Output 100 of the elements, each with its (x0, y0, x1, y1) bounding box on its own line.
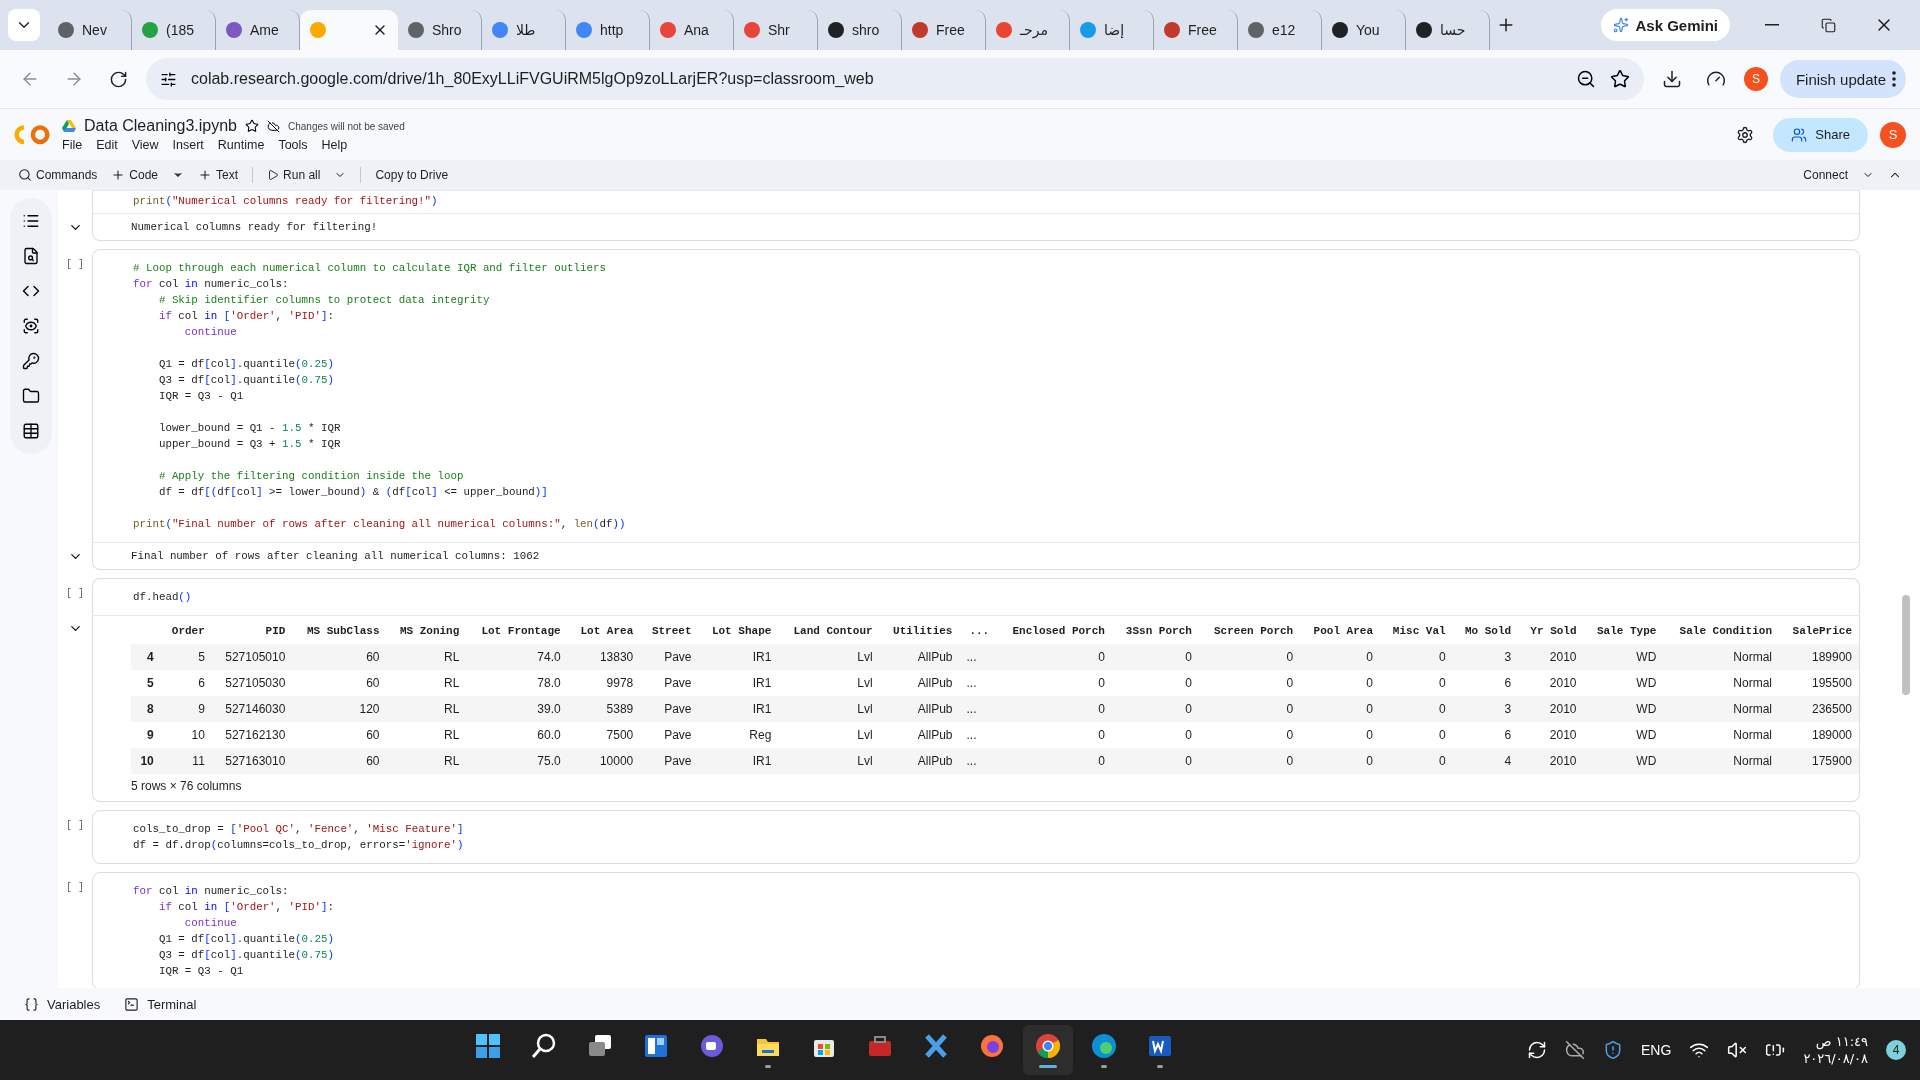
code-line: for col in numeric_cols: (133, 277, 290, 292)
column-header: Misc Val (1380, 618, 1453, 644)
finish-update-button[interactable]: Finish update (1779, 60, 1906, 98)
people-icon (1791, 126, 1808, 143)
column-header: Lot Frontage (466, 618, 568, 644)
output-text: Numerical columns ready for filtering! (131, 220, 379, 235)
menu-item[interactable]: Edit (96, 138, 118, 152)
find-icon (22, 247, 40, 265)
run-cell-button[interactable]: [ ] (66, 259, 84, 270)
table-cell: Normal (1663, 722, 1780, 748)
commands-button[interactable]: Commands (18, 163, 98, 187)
table-cell: 2010 (1518, 670, 1584, 696)
table-cell: 2010 (1518, 748, 1584, 774)
table-cell: 195500 (1779, 670, 1859, 696)
table-cell: Pave (640, 748, 699, 774)
table-cell: 0 (1198, 696, 1301, 722)
url-text: colab.research.google.com/drive/1h_80ExyLLiFVGUiRM5lgOp9zoLLarjER?usp=classroom_web (191, 70, 875, 88)
settings-icon (1736, 125, 1755, 144)
notification-badge[interactable]: 4 (1886, 1040, 1906, 1060)
column-header: Sale Type (1583, 618, 1664, 644)
output-text: Final number of rows after cleaning all numerical columns: 1062 (131, 549, 541, 564)
gauge-icon (1705, 69, 1726, 89)
minimize-icon (1765, 24, 1779, 26)
run-cell-button[interactable]: [ ] (66, 820, 84, 831)
column-header: Lot Shape (698, 618, 779, 644)
code-line: # Skip identifier columns to protect data integrity (157, 293, 491, 308)
table-cell: 527163010 (211, 748, 293, 774)
braces-icon (24, 996, 39, 1012)
table-cell: RL (386, 644, 467, 670)
table-cell: 5 (160, 644, 212, 670)
scrollbar-thumb[interactable] (1902, 595, 1910, 695)
folder-icon (22, 387, 40, 405)
table-cell: 3 (1452, 644, 1519, 670)
table-cell: 10 (160, 722, 212, 748)
add-text-button[interactable]: Text (198, 163, 239, 187)
variables-button[interactable]: Variables (24, 996, 101, 1012)
table-cell: Reg (698, 722, 779, 748)
taskbar-app-button[interactable] (1022, 1025, 1073, 1075)
menu-item[interactable]: File (62, 138, 83, 152)
code-line: Q1 = df[col].quantile(0.25) (157, 357, 335, 372)
search-icon (18, 168, 32, 182)
play-icon (267, 169, 280, 181)
ask-gemini-button[interactable]: Ask Gemini (1601, 9, 1730, 41)
table-cell: Lvl (778, 696, 880, 722)
column-header: Mo Sold (1452, 618, 1519, 644)
table-cell: 10000 (567, 748, 641, 774)
menu-item[interactable]: Insert (172, 138, 204, 152)
menu-item[interactable]: Runtime (217, 138, 265, 152)
table-cell: Normal (1663, 748, 1780, 774)
table-cell: 0 (1380, 696, 1453, 722)
table-cell: 5389 (567, 696, 641, 722)
notebook-title[interactable]: Data Cleaning3.ipynb (84, 117, 237, 135)
menu-item[interactable]: Tools (278, 138, 308, 152)
table-cell: 175900 (1779, 748, 1859, 774)
code-line: df.head() (133, 590, 193, 605)
column-header: Order (160, 618, 212, 644)
language-indicator[interactable]: ENG (1641, 1042, 1672, 1058)
table-cell: 4 (1452, 748, 1519, 774)
column-header: Enclosed Porch (996, 618, 1112, 644)
add-code-button[interactable]: Code (111, 163, 159, 187)
table-cell: ... (959, 722, 997, 748)
table-cell: WD (1583, 696, 1664, 722)
table-cell: AllPub (879, 722, 960, 748)
code-line: Q3 = df[col].quantile(0.75) (157, 373, 335, 388)
terminal-button[interactable]: Terminal (124, 996, 197, 1012)
start-icon (473, 1032, 502, 1060)
run-cell-button[interactable]: [ ] (66, 882, 84, 893)
table-cell: AllPub (879, 748, 960, 774)
table-cell: 0 (1111, 644, 1199, 670)
clock-date[interactable]: ٢٠٢٦/٠٨/٠٨ (1803, 1051, 1868, 1066)
column-header: Pool Area (1300, 618, 1380, 644)
code-line: if col in ['Order', 'PID']: (157, 309, 335, 324)
table-cell: AllPub (879, 644, 960, 670)
table-cell: Normal (1663, 696, 1780, 722)
address-bar[interactable]: colab.research.google.com/drive/1h_80ExyLLiFVGUiRM5lgOp9zoLLarjER?usp=classroom_web (146, 58, 1644, 100)
table-cell: 6 (1452, 722, 1519, 748)
table-cell: 527162130 (211, 722, 293, 748)
wifi-icon (1689, 1040, 1710, 1060)
clock-time[interactable]: ١١:٤٩ ص (1815, 1034, 1868, 1049)
code-line: df = df[(df[col] >= lower_bound) & (df[col] <= upper_bound)] (157, 485, 549, 500)
table-cell: 0 (996, 670, 1112, 696)
column-header: 3Ssn Porch (1111, 618, 1199, 644)
table-cell: AllPub (879, 696, 960, 722)
eye-icon (22, 317, 40, 335)
table-cell: 0 (1111, 722, 1199, 748)
run-cell-button[interactable]: [ ] (66, 588, 84, 599)
copy-to-drive-button[interactable]: Copy to Drive (375, 163, 449, 187)
table-cell: 60 (292, 644, 387, 670)
code-line: IQR = Q3 - Q1 (157, 964, 245, 979)
column-header: Street (640, 618, 699, 644)
code-line: Q1 = df[col].quantile(0.25) (157, 932, 335, 947)
menu-item[interactable]: View (131, 138, 159, 152)
share-button[interactable]: Share (1773, 117, 1868, 152)
run-all-button[interactable]: Run all (267, 163, 321, 187)
table-cell: 60 (292, 670, 387, 696)
menu-item[interactable]: Help (321, 138, 348, 152)
terminal-icon (124, 996, 140, 1012)
table-cell: IR1 (698, 670, 779, 696)
connect-button[interactable]: Connect (1803, 163, 1848, 187)
table-cell: ... (959, 644, 997, 670)
